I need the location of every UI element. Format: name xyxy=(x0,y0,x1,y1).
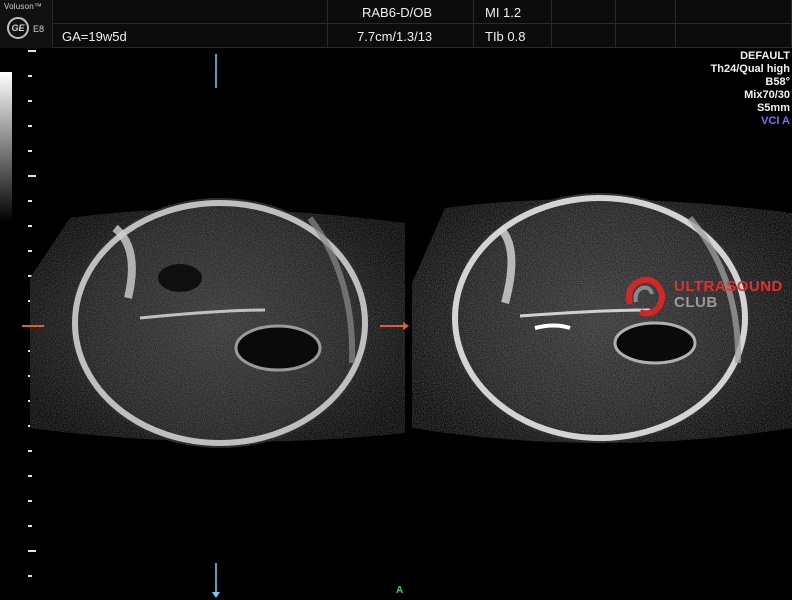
header-cell xyxy=(616,24,676,48)
param-line: B58° xyxy=(765,76,790,88)
ultrasound-image-pair xyxy=(22,54,792,598)
param-line: DEFAULT xyxy=(740,50,790,62)
gestational-age: GA=19w5d xyxy=(62,29,127,44)
ultrasound-image-right xyxy=(412,193,792,443)
vci-label: VCI A xyxy=(761,115,790,127)
param-line: S5mm xyxy=(756,102,790,114)
model-name: E8 xyxy=(33,24,45,34)
brand-panel: Voluson™ GE E8 xyxy=(0,0,53,48)
header-cell xyxy=(676,0,792,24)
param-line: Mix70/30 xyxy=(744,89,790,101)
frame-label: A xyxy=(396,585,404,596)
header-cell xyxy=(52,0,328,24)
header-cell xyxy=(552,24,616,48)
focus-arrow-icon xyxy=(212,592,220,598)
header-cell xyxy=(552,0,616,24)
ultrasound-club-logo-icon xyxy=(626,276,665,317)
ventricle xyxy=(234,324,322,372)
probe-preset: RAB6-D/OB xyxy=(362,5,433,20)
watermark: ULTRASOUND CLUB xyxy=(622,274,792,318)
header-cell xyxy=(676,24,792,48)
ventricle xyxy=(158,264,202,292)
watermark-line2: CLUB xyxy=(674,294,718,311)
ge-logo-icon: GE xyxy=(7,17,29,39)
ultrasound-image-left xyxy=(30,198,405,448)
speckle-texture xyxy=(450,193,750,443)
mechanical-index: MI 1.2 xyxy=(485,5,522,20)
focus-arrow-icon xyxy=(403,322,409,330)
brand-name: Voluson™ xyxy=(4,2,43,11)
header-cell xyxy=(616,0,676,24)
parameter-panel: DEFAULT Th24/Qual high B58° Mix70/30 S5m… xyxy=(711,50,790,128)
param-line: Th24/Qual high xyxy=(710,63,790,75)
ventricle xyxy=(613,321,697,365)
watermark-line1: ULTRASOUND xyxy=(674,278,783,295)
ultrasound-screen: Voluson™ GE E8 RAB6-D/OB MI 1.2 GA=19w5d… xyxy=(0,0,792,600)
thermal-index: TIb 0.8 xyxy=(485,29,526,44)
depth-settings: 7.7cm/1.3/13 xyxy=(357,29,433,44)
header-bar: Voluson™ GE E8 RAB6-D/OB MI 1.2 GA=19w5d… xyxy=(0,0,792,48)
